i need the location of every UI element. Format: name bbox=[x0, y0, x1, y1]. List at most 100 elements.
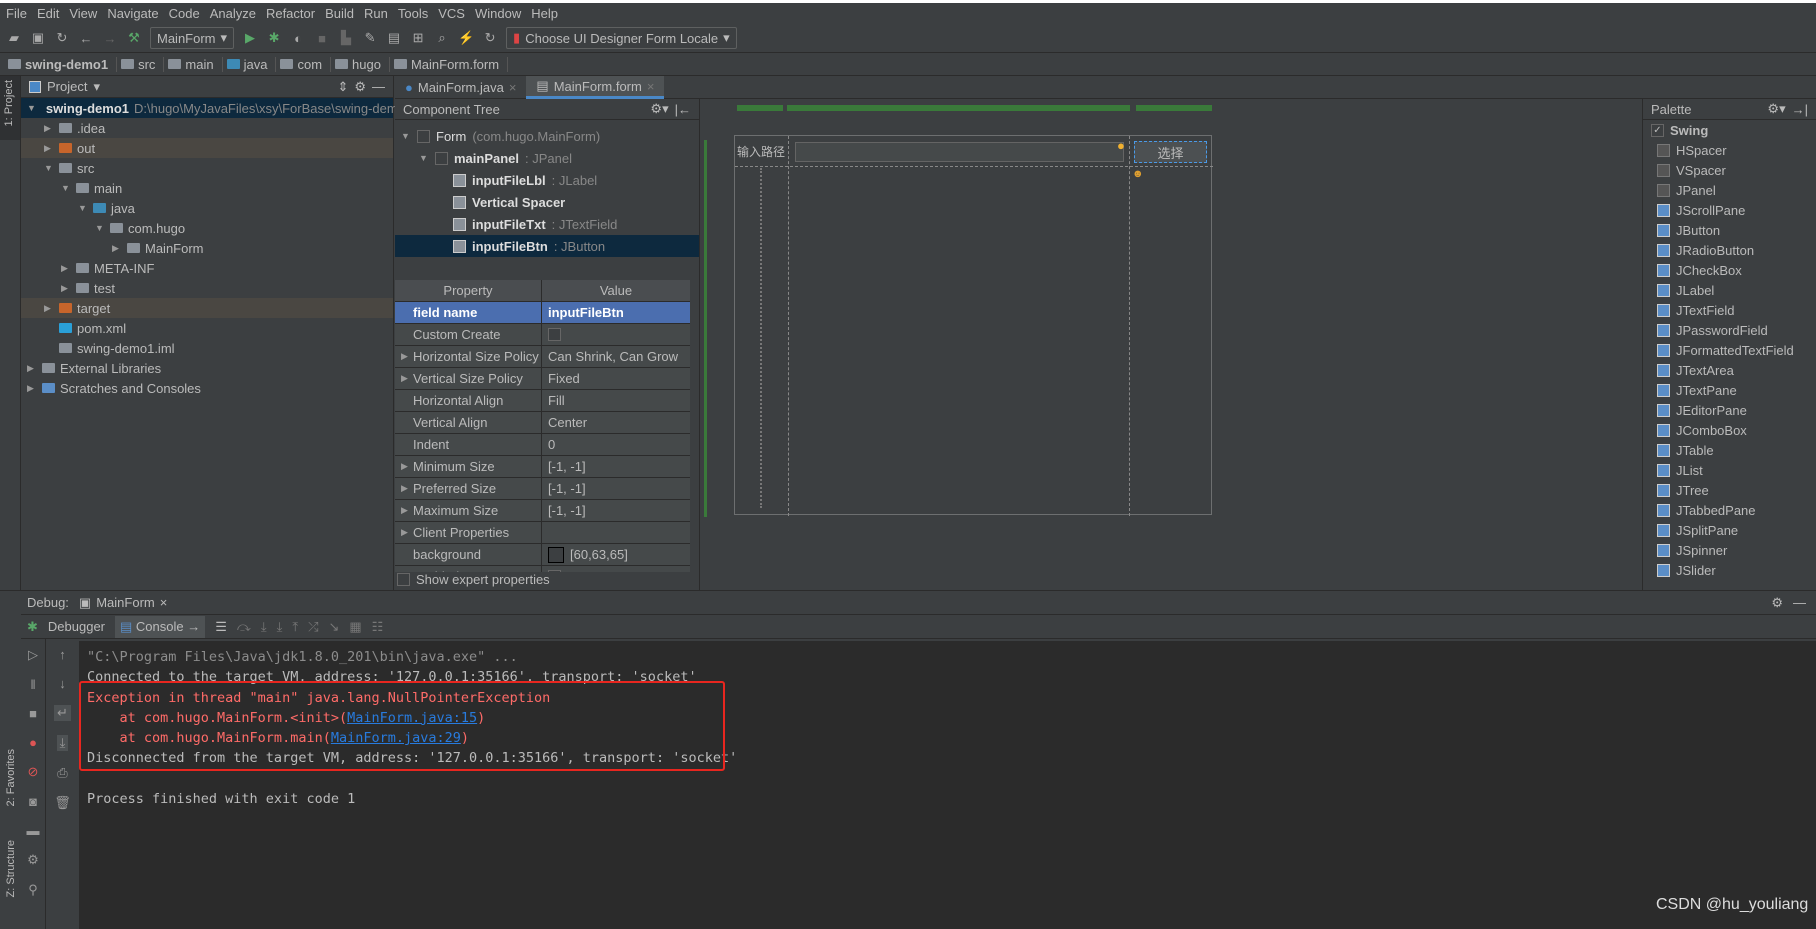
property-row[interactable]: Indent 0 bbox=[395, 434, 690, 456]
palette-item-jtextarea[interactable]: JTextArea bbox=[1643, 360, 1816, 380]
favorites-stripe-label[interactable]: 2: Favorites bbox=[5, 749, 17, 806]
step-over-icon[interactable]: ⤓ bbox=[261, 619, 267, 635]
debug-icon[interactable]: ✱ bbox=[266, 30, 282, 46]
expand-arrow-icon[interactable]: ▼ bbox=[401, 131, 411, 141]
component-tree-item[interactable]: ▼ mainPanel: JPanel bbox=[395, 147, 699, 169]
property-row[interactable]: ▶ Preferred Size [-1, -1] bbox=[395, 478, 690, 500]
column-indicator[interactable] bbox=[737, 105, 783, 111]
menu-run[interactable]: Run bbox=[364, 6, 388, 21]
menu-tools[interactable]: Tools bbox=[398, 6, 428, 21]
expand-arrow-icon[interactable]: ▼ bbox=[27, 103, 36, 113]
property-value[interactable]: [-1, -1] bbox=[542, 500, 690, 521]
menu-navigate[interactable]: Navigate bbox=[107, 6, 158, 21]
menu-window[interactable]: Window bbox=[475, 6, 521, 21]
property-value[interactable]: Fill bbox=[542, 390, 690, 411]
breadcrumb-item[interactable]: java bbox=[226, 56, 277, 72]
property-row[interactable]: Custom Create bbox=[395, 324, 690, 346]
show-execution-point-icon[interactable]: ⤼ bbox=[237, 619, 251, 635]
palette-item-jeditorpane[interactable]: JEditorPane bbox=[1643, 400, 1816, 420]
checkbox[interactable] bbox=[397, 573, 410, 586]
tree-item[interactable]: ▼ java bbox=[21, 198, 393, 218]
trace-icon[interactable]: ☷ bbox=[372, 619, 384, 635]
component-tree-item[interactable]: ▼ Form (com.hugo.MainForm) bbox=[395, 125, 699, 147]
up-arrow-icon[interactable]: ↑ bbox=[59, 647, 66, 662]
close-icon[interactable]: × bbox=[647, 79, 655, 94]
tree-item[interactable]: ▶ out bbox=[21, 138, 393, 158]
main-panel-form[interactable]: 输入路径 ● 选择 ☻ bbox=[734, 135, 1213, 516]
mute-breakpoints-icon[interactable]: ⊘ bbox=[28, 764, 39, 780]
layout-icon[interactable]: ▬ bbox=[27, 823, 40, 838]
breadcrumb-item[interactable]: MainForm.form bbox=[393, 56, 509, 72]
property-row[interactable]: ▶ Minimum Size [-1, -1] bbox=[395, 456, 690, 478]
palette-item-jlabel[interactable]: JLabel bbox=[1643, 280, 1816, 300]
menu-help[interactable]: Help bbox=[531, 6, 558, 21]
save-icon[interactable]: ▣ bbox=[30, 30, 46, 46]
view-breakpoints-icon[interactable]: ● bbox=[29, 735, 37, 750]
expand-arrow-icon[interactable]: ▶ bbox=[401, 527, 411, 538]
search-icon[interactable]: ⌕ bbox=[434, 30, 450, 46]
locale-select[interactable]: ▮ Choose UI Designer Form Locale ▾ bbox=[506, 27, 737, 49]
component-tree-item[interactable]: inputFileBtn: JButton bbox=[395, 235, 699, 257]
property-value[interactable] bbox=[542, 324, 690, 345]
input-file-button[interactable]: 选择 bbox=[1134, 141, 1207, 163]
expand-arrow-icon[interactable]: ▶ bbox=[401, 373, 411, 384]
expand-arrow-icon[interactable]: ▼ bbox=[78, 203, 88, 213]
project-structure-icon[interactable]: ▤ bbox=[386, 30, 402, 46]
expand-arrow-icon[interactable]: ▶ bbox=[401, 461, 411, 472]
tree-item[interactable]: ▶ test bbox=[21, 278, 393, 298]
expand-arrow-icon[interactable]: ▶ bbox=[27, 363, 37, 374]
property-value[interactable] bbox=[542, 522, 690, 543]
property-row[interactable]: ▶ Maximum Size [-1, -1] bbox=[395, 500, 690, 522]
row-indicator[interactable] bbox=[704, 140, 707, 517]
column-indicator[interactable] bbox=[787, 105, 1130, 111]
gear-icon[interactable]: ⚙▾ bbox=[1767, 101, 1785, 117]
coverage-icon[interactable]: ◐ bbox=[290, 30, 306, 46]
palette-item-jspinner[interactable]: JSpinner bbox=[1643, 540, 1816, 560]
expand-arrow-icon[interactable]: ▶ bbox=[61, 263, 71, 274]
show-expert-properties[interactable]: Show expert properties bbox=[397, 572, 550, 587]
tree-item[interactable]: ▶ META-INF bbox=[21, 258, 393, 278]
palette-item-jslider[interactable]: JSlider bbox=[1643, 560, 1816, 580]
stop-icon[interactable]: ■ bbox=[29, 706, 37, 721]
palette-item-jcheckbox[interactable]: JCheckBox bbox=[1643, 260, 1816, 280]
vcs-icon[interactable]: ⚡ bbox=[458, 30, 474, 46]
property-row[interactable]: Horizontal Align Fill bbox=[395, 390, 690, 412]
run-config-select[interactable]: MainForm ▾ bbox=[150, 27, 235, 49]
menu-analyze[interactable]: Analyze bbox=[210, 6, 256, 21]
tree-item[interactable]: ▼ src bbox=[21, 158, 393, 178]
drop-frame-icon[interactable]: ⤮ bbox=[308, 619, 318, 635]
tree-item[interactable]: ▶ Scratches and Consoles bbox=[21, 378, 393, 398]
property-value[interactable]: Fixed bbox=[542, 368, 690, 389]
pause-icon[interactable]: ‖ bbox=[30, 677, 35, 692]
run-icon[interactable]: ▶ bbox=[242, 30, 258, 46]
down-arrow-icon[interactable]: ↓ bbox=[59, 676, 66, 691]
step-out-icon[interactable]: ⤒ bbox=[292, 619, 298, 635]
collapse-all-icon[interactable]: ⇕ bbox=[337, 79, 348, 95]
tree-item[interactable]: pom.xml bbox=[21, 318, 393, 338]
component-tree-item[interactable]: inputFileLbl: JLabel bbox=[395, 169, 699, 191]
component-tree-item[interactable]: inputFileTxt: JTextField bbox=[395, 213, 699, 235]
expand-arrow-icon[interactable]: ▼ bbox=[44, 163, 54, 173]
menu-refactor[interactable]: Refactor bbox=[266, 6, 315, 21]
gear-icon[interactable]: ⚙ bbox=[1771, 595, 1783, 611]
property-value[interactable]: Center bbox=[542, 412, 690, 433]
palette-item-hspacer[interactable]: HSpacer bbox=[1643, 140, 1816, 160]
expand-arrow-icon[interactable]: ▶ bbox=[401, 483, 411, 494]
breadcrumb-item[interactable]: swing-demo1 bbox=[8, 56, 118, 72]
sdk-icon[interactable]: ⊞ bbox=[410, 30, 426, 46]
tree-item[interactable]: ▼ main bbox=[21, 178, 393, 198]
expand-arrow-icon[interactable]: ▶ bbox=[112, 243, 122, 254]
property-row[interactable]: Vertical Align Center bbox=[395, 412, 690, 434]
palette-item-jlist[interactable]: JList bbox=[1643, 460, 1816, 480]
evaluate-icon[interactable]: ▦ bbox=[349, 619, 361, 635]
structure-stripe-label[interactable]: Z: Structure bbox=[5, 840, 17, 897]
structure-icon[interactable]: ▙ bbox=[338, 30, 354, 46]
palette-group-swing[interactable]: ✓ Swing bbox=[1643, 120, 1816, 140]
column-indicator[interactable] bbox=[1136, 105, 1212, 111]
project-title[interactable]: Project bbox=[47, 79, 87, 94]
tab-mainform-java[interactable]: ● MainForm.java × bbox=[395, 76, 526, 99]
property-value[interactable] bbox=[542, 566, 690, 572]
menu-vcs[interactable]: VCS bbox=[438, 6, 465, 21]
checkbox[interactable] bbox=[548, 328, 561, 341]
refresh-icon[interactable]: ↻ bbox=[482, 30, 498, 46]
